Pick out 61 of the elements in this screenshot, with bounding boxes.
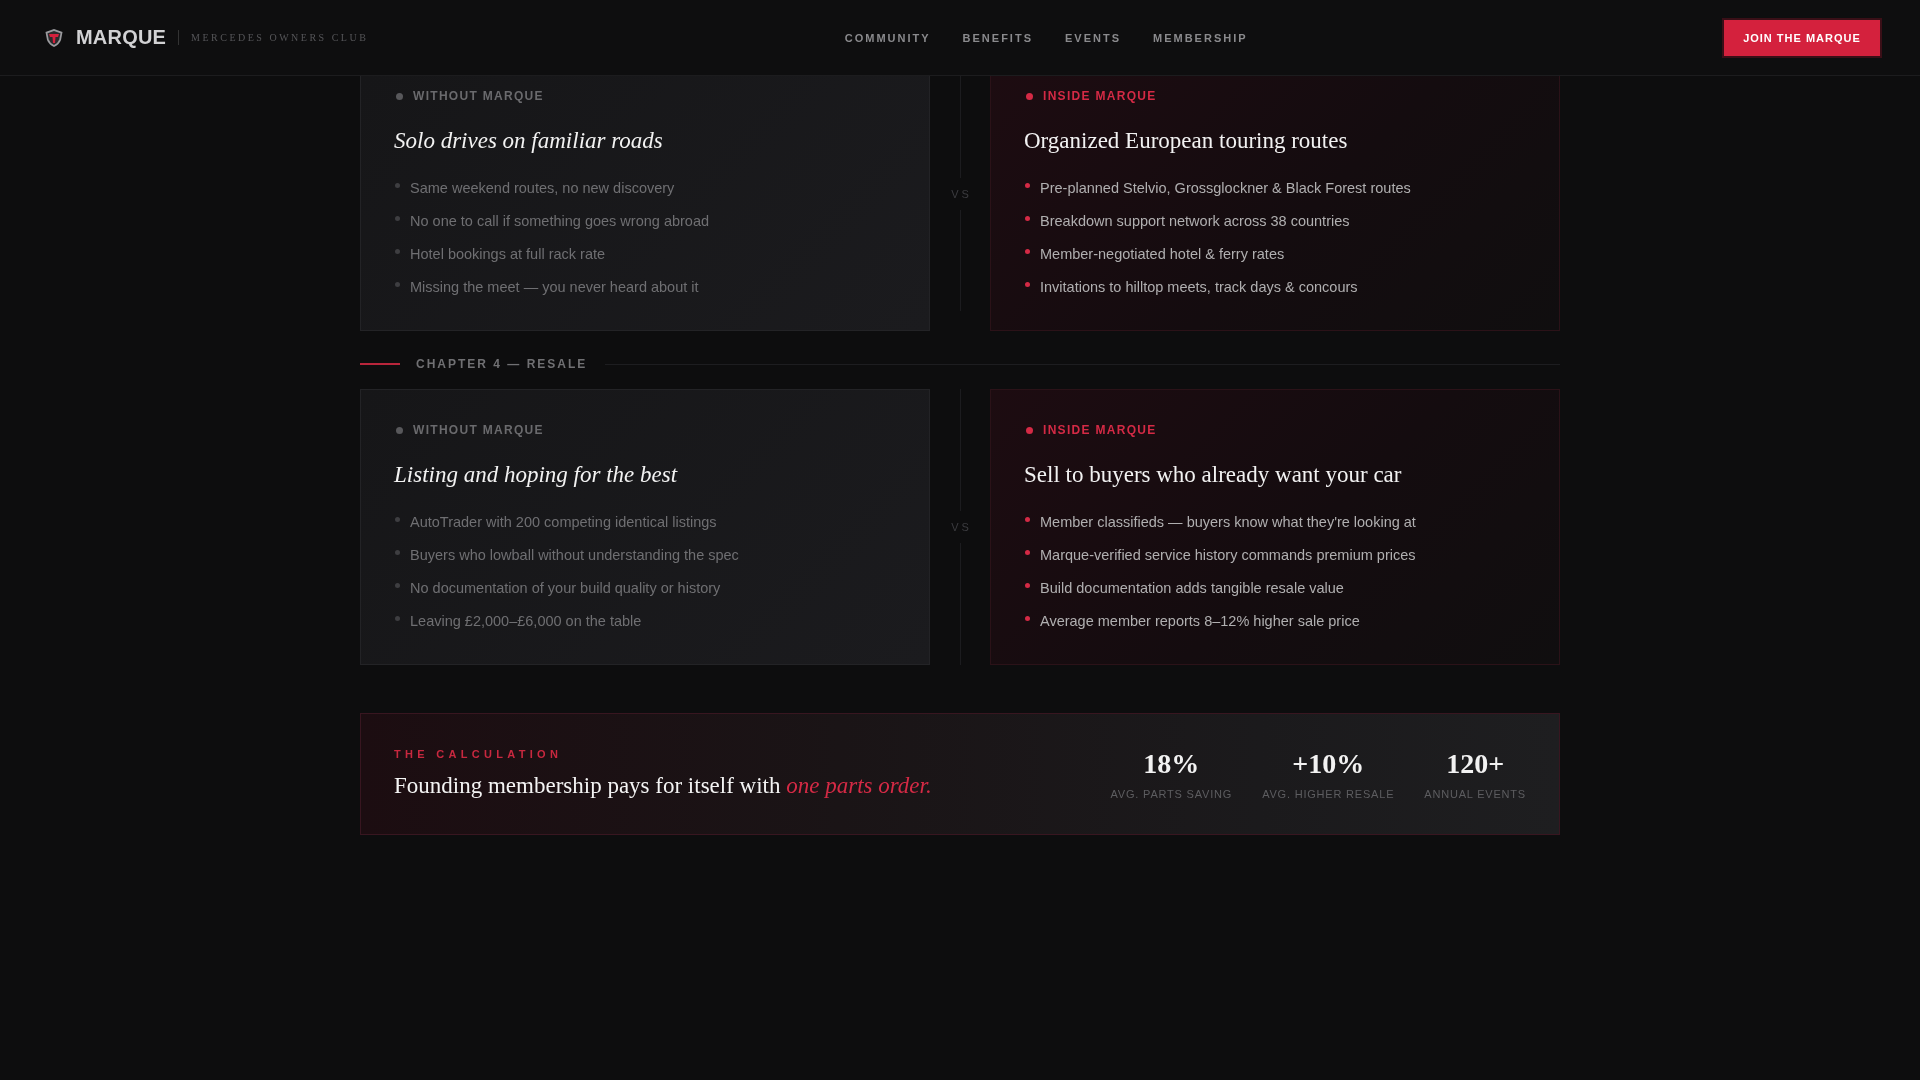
list-item: Average member reports 8–12% higher sale price [1040, 613, 1360, 629]
bullet-icon [1025, 215, 1030, 221]
nav-link[interactable]: EVENTS [1065, 31, 1121, 44]
list-item: No one to call if something goes wrong abroad [410, 213, 710, 229]
list-item: Missing the meet — you never heard about it [410, 279, 699, 295]
stat-value: 120+ [1446, 747, 1505, 781]
bullet-icon [395, 516, 400, 522]
stat-label: ANNUAL EVENTS [1424, 787, 1526, 801]
nav-link[interactable]: BENEFITS [962, 31, 1033, 44]
card-title: Organized European touring routes [1024, 127, 1349, 155]
join-button[interactable]: JOIN THE MARQUE [1724, 19, 1880, 56]
list-item: Build documentation adds tangible resale value [1040, 580, 1344, 596]
bullet-icon [395, 615, 400, 621]
shield-icon [44, 27, 64, 48]
stat-value: +10% [1292, 747, 1365, 781]
nav-link[interactable]: MEMBERSHIP [1153, 31, 1248, 44]
stat-label: AVG. PARTS SAVING [1110, 787, 1233, 801]
card-title: Solo drives on familiar roads [394, 127, 664, 155]
bullet-icon [395, 281, 400, 287]
bullet-icon [395, 215, 400, 221]
brand-name: MARQUE [76, 26, 167, 49]
list-item: Member-negotiated hotel & ferry rates [1040, 246, 1285, 262]
dot-icon [1026, 92, 1033, 100]
list-item: Breakdown support network across 38 countries [1040, 213, 1350, 229]
bullet-icon [1025, 182, 1030, 188]
list-item: Invitations to hilltop meets, track days & concours [1040, 279, 1358, 295]
dot-icon [1026, 426, 1033, 434]
section-eyebrow: THE CALCULATION [394, 747, 564, 761]
dot-icon [396, 426, 403, 434]
headline: Founding membership pays for itself with one parts order. [394, 772, 932, 800]
list-item: Hotel bookings at full rack rate [410, 246, 606, 262]
bullet-icon [395, 248, 400, 254]
bullet-icon [1025, 615, 1030, 621]
nav-link[interactable]: COMMUNITY [844, 31, 931, 44]
bullet-icon [1025, 516, 1030, 522]
bullet-icon [395, 182, 400, 188]
bullet-icon [395, 549, 400, 555]
bullet-icon [1025, 248, 1030, 254]
dot-icon [396, 92, 403, 100]
list-item: Pre-planned Stelvio, Grossglockner & Black Forest routes [1040, 180, 1411, 196]
list-item: Marque-verified service history commands premium prices [1040, 547, 1416, 563]
card-label: WITHOUT MARQUE [413, 89, 544, 103]
card-label: INSIDE MARQUE [1043, 89, 1157, 103]
list-item: No documentation of your build quality or history [410, 580, 721, 596]
brand-tagline: MERCEDES OWNERS CLUB [191, 32, 369, 43]
stat-value: 18% [1143, 747, 1200, 781]
card-label: INSIDE MARQUE [1043, 423, 1157, 437]
card-label: WITHOUT MARQUE [413, 423, 544, 437]
card-title: Sell to buyers who already want your car [1024, 461, 1403, 489]
chapter-heading: CHAPTER 4 — RESALE [416, 357, 588, 371]
list-item: Buyers who lowball without understanding the spec [410, 547, 739, 563]
card-title: Listing and hoping for the best [394, 461, 679, 489]
list-item: Same weekend routes, no new discovery [410, 180, 675, 196]
list-item: Leaving £2,000–£6,000 on the table [410, 613, 642, 629]
bullet-icon [1025, 582, 1030, 588]
list-item: Member classifieds — buyers know what they're looking at [1040, 514, 1416, 530]
bullet-icon [395, 582, 400, 588]
stat-label: AVG. HIGHER RESALE [1262, 787, 1395, 801]
bullet-icon [1025, 549, 1030, 555]
list-item: AutoTrader with 200 competing identical listings [410, 514, 717, 530]
bullet-icon [1025, 281, 1030, 287]
